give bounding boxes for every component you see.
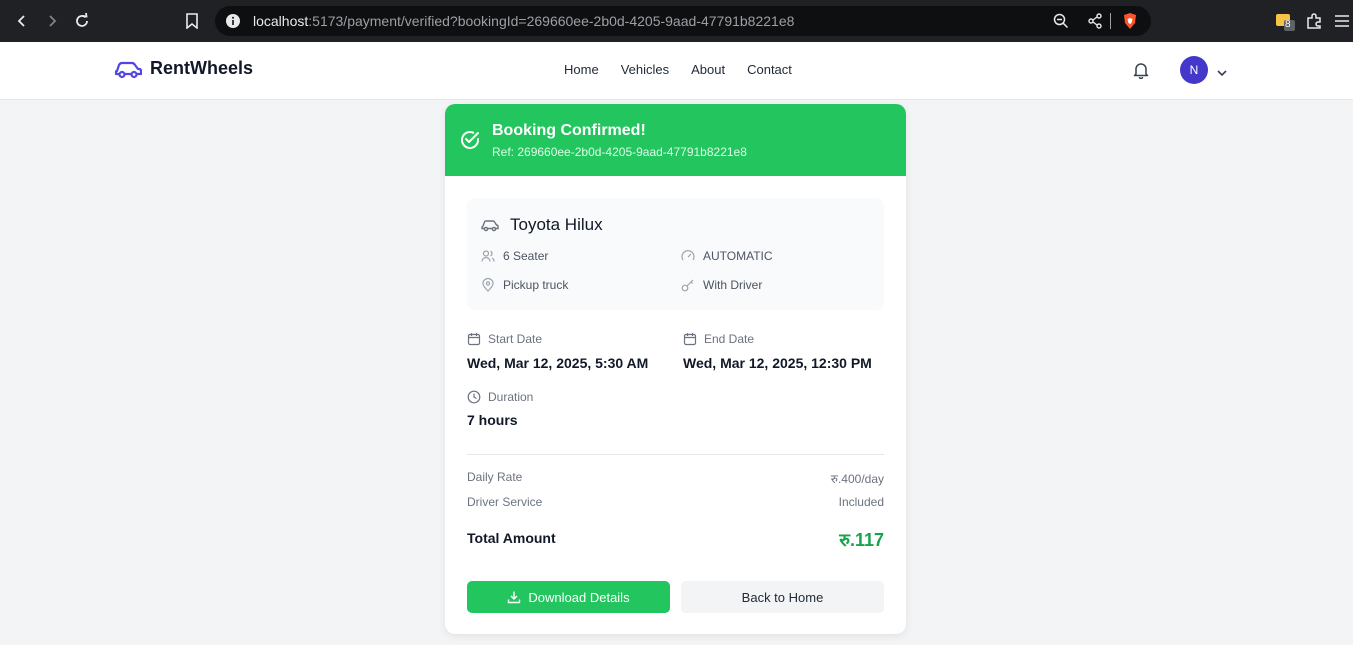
back-to-home-button[interactable]: Back to Home	[681, 581, 884, 613]
brand-name: RentWheels	[150, 58, 254, 78]
back-icon[interactable]	[10, 9, 34, 33]
zoom-icon[interactable]	[1053, 13, 1069, 34]
address-bar[interactable]: localhost:5173/payment/verified?bookingI…	[215, 6, 1151, 36]
brave-shield-icon[interactable]	[1121, 12, 1139, 35]
forward-icon[interactable]	[40, 9, 64, 33]
total-amount-value: रु.117	[839, 530, 884, 550]
extension-icon[interactable]: 8	[1274, 10, 1296, 32]
menu-icon[interactable]	[1331, 10, 1353, 32]
confirmation-header: Booking Confirmed! Ref: 269660ee-2b0d-42…	[445, 104, 906, 176]
daily-rate-label: Daily Rate	[467, 470, 523, 484]
start-date-value: Wed, Mar 12, 2025, 5:30 AM	[467, 355, 649, 371]
brand-logo[interactable]: RentWheels	[114, 58, 253, 79]
app-header: RentWheels Home Vehicles About Contact N	[0, 42, 1353, 100]
share-icon[interactable]	[1087, 13, 1103, 34]
spec-seats: 6 Seater	[481, 249, 548, 263]
spec-transmission-text: AUTOMATIC	[703, 249, 773, 263]
bell-icon[interactable]	[1132, 61, 1150, 84]
toolbar-divider	[1110, 13, 1111, 29]
divider	[467, 454, 884, 455]
vehicle-summary: Toyota Hilux 6 Seater AUTOMATIC Pickup t…	[467, 198, 884, 310]
site-info-icon[interactable]	[225, 13, 241, 34]
duration-label-text: Duration	[488, 390, 534, 404]
clock-icon	[467, 390, 481, 404]
url-path: :5173/payment/verified?bookingId=269660e…	[308, 13, 795, 29]
spec-driver-text: With Driver	[703, 278, 763, 292]
end-date-label-text: End Date	[704, 332, 755, 346]
spec-type: Pickup truck	[481, 278, 568, 292]
end-date-label: End Date	[683, 332, 754, 346]
car-icon	[481, 218, 499, 237]
driver-service-label: Driver Service	[467, 495, 543, 509]
extension-badge: 8	[1285, 19, 1291, 30]
daily-rate-value: रु.400/day	[830, 472, 884, 486]
calendar-icon	[467, 333, 481, 346]
main-nav: Home Vehicles About Contact	[564, 62, 816, 77]
users-icon	[481, 250, 495, 262]
calendar-icon	[683, 333, 697, 346]
duration-value: 7 hours	[467, 412, 518, 428]
confirmation-title: Booking Confirmed!	[492, 122, 646, 139]
puzzle-icon[interactable]	[1303, 10, 1325, 32]
booking-reference: Ref: 269660ee-2b0d-4205-9aad-47791b8221e…	[492, 145, 747, 159]
key-icon	[681, 279, 694, 292]
end-date-value: Wed, Mar 12, 2025, 12:30 PM	[683, 355, 872, 371]
browser-toolbar: localhost:5173/payment/verified?bookingI…	[0, 0, 1353, 42]
vehicle-name: Toyota Hilux	[510, 215, 603, 234]
reload-icon[interactable]	[70, 9, 94, 33]
driver-service-value: Included	[838, 495, 884, 509]
check-circle-icon	[459, 129, 481, 156]
avatar[interactable]: N	[1180, 56, 1208, 84]
spec-driver: With Driver	[681, 278, 762, 292]
nav-vehicles[interactable]: Vehicles	[621, 62, 669, 77]
nav-contact[interactable]: Contact	[747, 62, 792, 77]
spec-seats-text: 6 Seater	[503, 249, 549, 263]
map-pin-icon	[482, 278, 494, 292]
download-icon	[508, 591, 521, 604]
url-host: localhost	[253, 13, 309, 29]
start-date-label-text: Start Date	[488, 332, 543, 346]
duration-label: Duration	[467, 390, 533, 404]
nav-home[interactable]: Home	[564, 62, 599, 77]
total-amount-label: Total Amount	[467, 530, 556, 546]
url-text[interactable]: localhost:5173/payment/verified?bookingI…	[253, 13, 794, 29]
gauge-icon	[681, 250, 695, 261]
spec-type-text: Pickup truck	[503, 278, 569, 292]
download-details-label: Download Details	[528, 589, 630, 605]
spec-transmission: AUTOMATIC	[681, 249, 773, 263]
booking-card: Booking Confirmed! Ref: 269660ee-2b0d-42…	[445, 104, 906, 634]
nav-about[interactable]: About	[691, 62, 725, 77]
start-date-label: Start Date	[467, 332, 542, 346]
car-logo-icon	[114, 61, 142, 78]
download-details-button[interactable]: Download Details	[467, 581, 670, 613]
bookmark-icon[interactable]	[180, 9, 204, 33]
chevron-down-icon[interactable]	[1216, 65, 1228, 83]
